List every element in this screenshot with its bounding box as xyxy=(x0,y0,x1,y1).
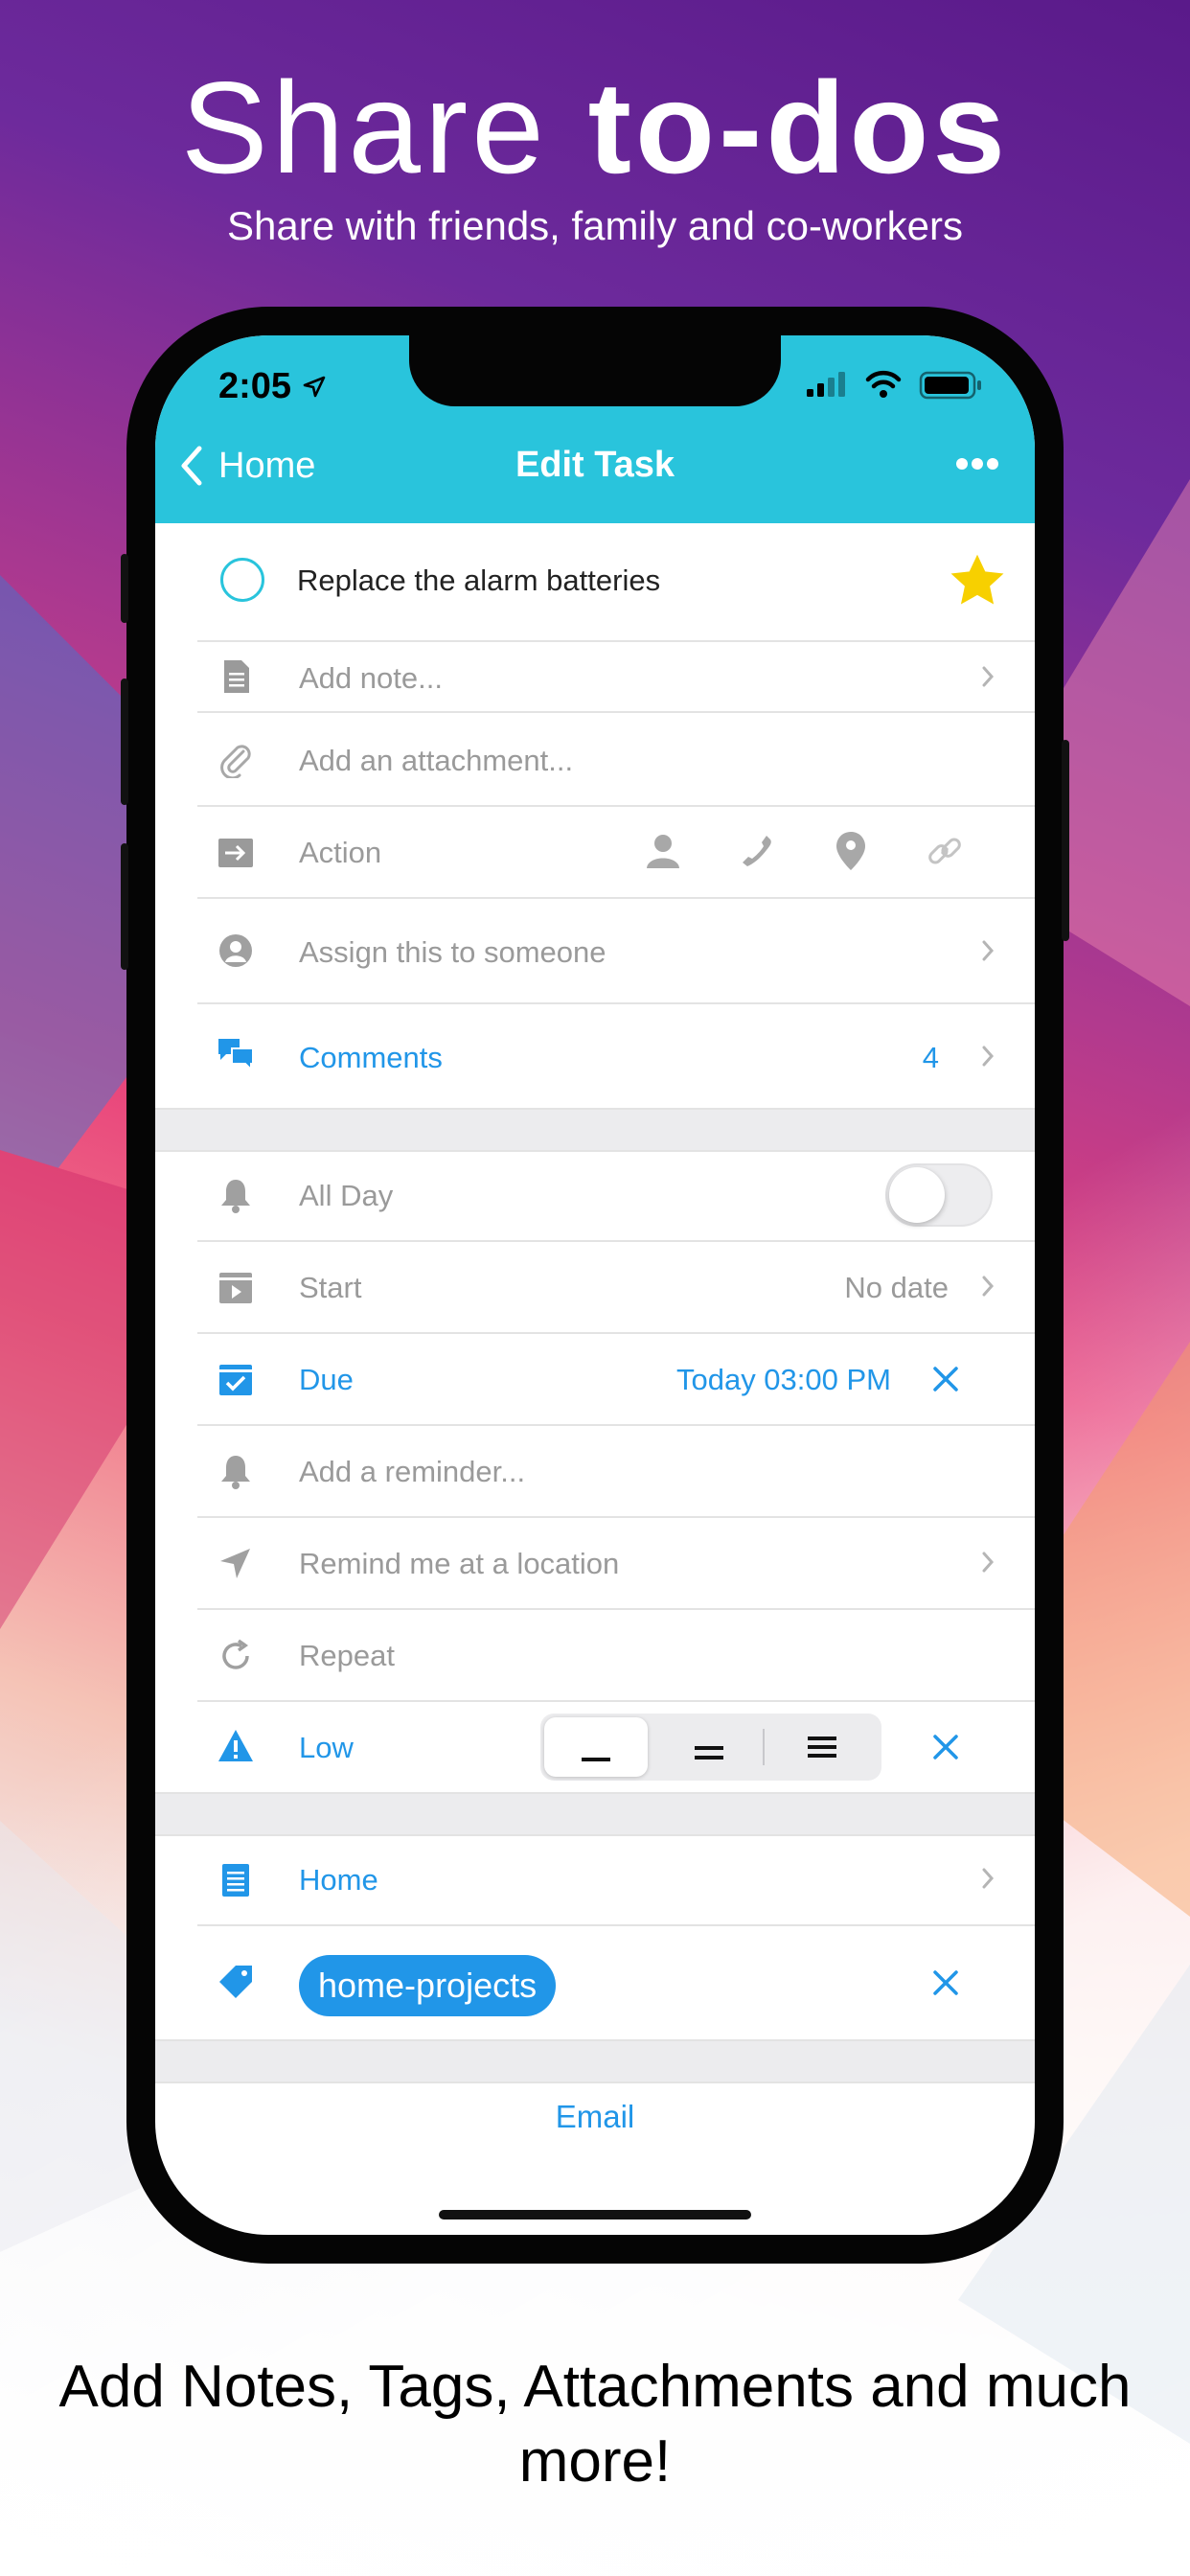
tag-icon xyxy=(219,1966,252,1998)
email-button[interactable]: Email xyxy=(155,2082,1035,2152)
chevron-right-icon xyxy=(982,1276,995,1297)
all-day-label: All Day xyxy=(299,1179,394,1212)
more-button[interactable] xyxy=(949,445,1006,483)
bottom-caption: Add Notes, Tags, Attachments and much mo… xyxy=(58,2354,1132,2495)
bell-icon xyxy=(221,1180,250,1213)
task-complete-checkbox[interactable] xyxy=(220,558,264,602)
tag-chip[interactable]: home-projects xyxy=(299,1955,557,2016)
start-value: No date xyxy=(844,1271,949,1304)
priority-medium-option[interactable] xyxy=(657,1717,761,1777)
more-icon xyxy=(956,458,998,470)
section-separator xyxy=(155,1108,1035,1152)
priority-high-option[interactable] xyxy=(770,1717,874,1777)
location-arrow-icon xyxy=(303,376,325,398)
repeat-icon xyxy=(222,1639,249,1669)
action-label: Action xyxy=(299,836,382,869)
assign-label: Assign this to someone xyxy=(299,935,606,969)
toggle-knob xyxy=(889,1167,945,1223)
battery-icon xyxy=(919,371,981,400)
due-value: Today 03:00 PM xyxy=(675,1363,891,1396)
priority-medium-icon xyxy=(695,1746,723,1760)
comments-icon xyxy=(218,1039,254,1072)
all-day-toggle[interactable] xyxy=(885,1163,993,1227)
location-reminder-row[interactable]: Remind me at a location xyxy=(155,1518,1035,1608)
add-attachment-row[interactable]: Add an attachment... xyxy=(155,713,1035,805)
list-row[interactable]: Home xyxy=(155,1834,1035,1924)
hero-subtitle: Share with friends, family and co-worker… xyxy=(227,203,963,248)
remove-tag-icon[interactable] xyxy=(931,1968,960,1997)
warning-triangle-icon xyxy=(218,1730,253,1761)
comments-count: 4 xyxy=(922,1041,939,1074)
priority-row: Low xyxy=(155,1702,1035,1792)
comments-label: Comments xyxy=(299,1041,443,1074)
add-note-placeholder: Add note... xyxy=(299,661,443,695)
priority-low-icon xyxy=(582,1758,610,1761)
all-day-row: All Day xyxy=(155,1150,1035,1240)
list-document-icon xyxy=(222,1864,249,1897)
repeat-label: Repeat xyxy=(299,1639,395,1672)
hero-title-bold: to-dos xyxy=(587,55,1010,200)
phone-notch xyxy=(409,335,781,406)
phone-volume-up xyxy=(121,678,128,805)
chevron-right-icon xyxy=(982,940,995,961)
priority-high-icon xyxy=(808,1736,836,1758)
app-screen: 2:05 Home Edit Task Replace the alarm ba… xyxy=(155,335,1035,2235)
reminder-bell-icon xyxy=(221,1456,250,1489)
task-title[interactable]: Replace the alarm batteries xyxy=(297,564,660,598)
status-icons-svg xyxy=(807,370,981,400)
chevron-right-icon xyxy=(982,1552,995,1573)
chevron-right-icon xyxy=(982,1046,995,1067)
page-title: Edit Task xyxy=(515,445,675,485)
contact-person-icon[interactable] xyxy=(644,832,682,870)
action-arrow-icon xyxy=(218,839,253,867)
tag-row: home-projects xyxy=(155,1926,1035,2039)
location-arrow-icon xyxy=(220,1549,250,1578)
map-pin-icon[interactable] xyxy=(832,830,870,872)
chevron-right-icon xyxy=(982,666,995,687)
home-indicator xyxy=(439,2210,751,2220)
add-attachment-placeholder: Add an attachment... xyxy=(299,744,574,777)
list-label: Home xyxy=(299,1863,378,1897)
due-label: Due xyxy=(299,1363,354,1396)
chevron-right-icon xyxy=(982,1868,995,1889)
paperclip-icon xyxy=(220,745,251,778)
clear-due-icon[interactable] xyxy=(931,1365,960,1393)
link-icon[interactable] xyxy=(926,832,964,870)
status-time: 2:05 xyxy=(218,366,327,407)
star-icon[interactable] xyxy=(947,550,1008,611)
phone-silent-switch xyxy=(121,554,128,623)
wifi-icon xyxy=(865,370,902,398)
phone-call-icon[interactable] xyxy=(738,832,776,870)
start-row[interactable]: Start No date xyxy=(155,1242,1035,1332)
repeat-row[interactable]: Repeat xyxy=(155,1610,1035,1700)
section-separator xyxy=(155,1792,1035,1836)
add-reminder-row[interactable]: Add a reminder... xyxy=(155,1426,1035,1516)
add-note-row[interactable]: Add note... xyxy=(155,642,1035,711)
cellular-signal-icon xyxy=(807,372,845,397)
priority-label: Low xyxy=(299,1731,354,1764)
phone-volume-down xyxy=(121,843,128,970)
due-calendar-check-icon xyxy=(219,1365,252,1395)
note-icon xyxy=(224,660,249,693)
comments-row[interactable]: Comments 4 xyxy=(155,1004,1035,1108)
priority-segmented-control xyxy=(540,1714,881,1781)
segment-divider xyxy=(763,1729,765,1765)
status-time-text: 2:05 xyxy=(218,366,292,406)
hero-title: Share to-dos xyxy=(0,53,1190,202)
due-row[interactable]: Due Today 03:00 PM xyxy=(155,1334,1035,1424)
add-reminder-placeholder: Add a reminder... xyxy=(299,1455,526,1488)
start-calendar-icon xyxy=(219,1273,252,1303)
section-separator xyxy=(155,2039,1035,2083)
task-title-row: Replace the alarm batteries xyxy=(155,523,1035,640)
location-reminder-label: Remind me at a location xyxy=(299,1547,620,1580)
action-row: Action xyxy=(155,807,1035,897)
start-label: Start xyxy=(299,1271,362,1304)
assign-row[interactable]: Assign this to someone xyxy=(155,899,1035,1002)
clear-priority-icon[interactable] xyxy=(931,1733,960,1761)
user-circle-icon xyxy=(219,934,252,967)
status-icons xyxy=(807,368,989,405)
priority-low-option[interactable] xyxy=(544,1717,648,1777)
hero-title-light: Share xyxy=(180,55,548,200)
phone-power-button xyxy=(1062,740,1069,941)
